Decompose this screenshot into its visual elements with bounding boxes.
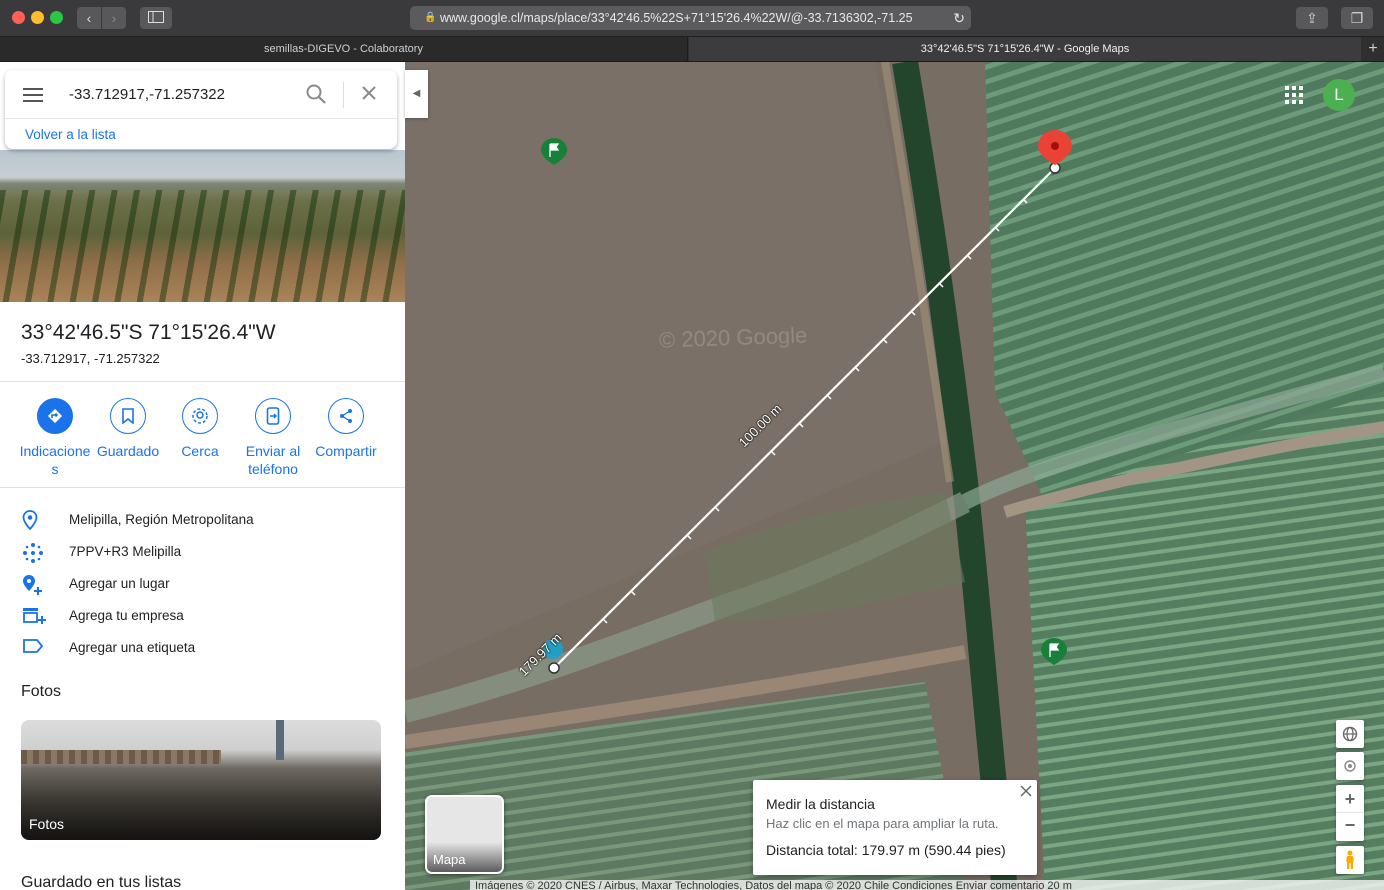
add-place-row[interactable]: Agregar un lugar — [0, 568, 405, 600]
url-text: www.google.cl/maps/place/33°42'46.5%22S+… — [440, 11, 913, 25]
measure-hint: Haz clic en el mapa para ampliar la ruta… — [766, 816, 999, 831]
saved-button[interactable]: Guardado — [92, 398, 164, 460]
add-business-icon — [22, 606, 46, 626]
close-window-button[interactable] — [12, 11, 25, 24]
add-label-text: Agregar una etiqueta — [69, 640, 196, 655]
zoom-in-button[interactable]: + — [1336, 786, 1364, 813]
forward-button[interactable]: › — [102, 7, 126, 29]
nearby-button[interactable]: Cerca — [164, 398, 236, 460]
search-box: -33.712917,-71.257322 Volver a la lista — [5, 70, 397, 149]
my-location-icon — [1344, 760, 1356, 772]
plus-code-row[interactable]: 7PPV+R3 Melipilla — [0, 536, 405, 568]
map-attribution: Imágenes © 2020 CNES / Airbus, Maxar Tec… — [470, 880, 1384, 890]
avatar[interactable]: L — [1323, 79, 1355, 111]
share-icon — [328, 398, 364, 434]
add-place-icon — [22, 574, 44, 595]
tabs-overview-icon[interactable]: ❐ — [1341, 7, 1373, 29]
add-business-text: Agrega tu empresa — [69, 608, 184, 623]
measure-overlay — [541, 130, 1072, 674]
share-label: Compartir — [315, 443, 377, 459]
back-to-list-link[interactable]: Volver a la lista — [25, 127, 116, 142]
my-location-button[interactable] — [1336, 752, 1364, 780]
plus-code-text: 7PPV+R3 Melipilla — [69, 544, 182, 559]
place-panel: -33.712917,-71.257322 Volver a la lista … — [0, 62, 405, 890]
map-layer-toggle[interactable]: Mapa — [425, 795, 504, 874]
hero-photo[interactable] — [0, 150, 405, 302]
directions-icon — [37, 398, 73, 434]
add-business-row[interactable]: Agrega tu empresa — [0, 600, 405, 632]
location-pin-icon — [22, 510, 44, 531]
page-title: 33°42'46.5"S 71°15'26.4"W — [21, 321, 276, 344]
minimize-window-button[interactable] — [31, 11, 44, 24]
nearby-label: Cerca — [181, 443, 219, 459]
directions-button[interactable]: Indicaciones — [19, 398, 91, 478]
browser-toolbar: ‹ › 🔒 www.google.cl/maps/place/33°42'46.… — [0, 0, 1384, 37]
add-place-text: Agregar un lugar — [69, 576, 170, 591]
saved-lists-heading: Guardado en tus listas — [21, 874, 182, 890]
maximize-window-button[interactable] — [50, 11, 63, 24]
send-to-phone-icon — [255, 398, 291, 434]
photos-tile-label: Fotos — [29, 816, 65, 832]
close-icon[interactable] — [1020, 784, 1032, 802]
send-to-phone-label: Enviar al teléfono — [245, 443, 301, 477]
measure-title: Medir la distancia — [766, 796, 875, 812]
coordinates-text: -33.712917, -71.257322 — [21, 351, 160, 366]
label-icon — [22, 638, 44, 658]
zoom-control: + − — [1336, 785, 1364, 841]
photos-heading: Fotos — [21, 683, 62, 700]
lock-icon: 🔒 — [424, 12, 437, 23]
map-layer-label: Mapa — [433, 852, 466, 867]
plus-code-icon — [22, 542, 44, 563]
clear-search-icon[interactable] — [360, 84, 378, 107]
tab-bar: semillas-DIGEVO - Colaboratory 33°42'46.… — [0, 37, 1384, 62]
tab-colab[interactable]: semillas-DIGEVO - Colaboratory — [0, 37, 688, 61]
zoom-out-button[interactable]: − — [1336, 813, 1364, 840]
share-icon-browser[interactable]: ⇪ — [1296, 7, 1328, 29]
collapse-panel-button[interactable]: ◀ — [405, 70, 428, 118]
directions-label: Indicaciones — [19, 443, 91, 477]
apps-grid-icon[interactable] — [1285, 86, 1303, 104]
reload-icon[interactable]: ↻ — [953, 6, 965, 30]
add-label-row[interactable]: Agregar una etiqueta — [0, 632, 405, 664]
map-canvas[interactable]: © 2020 Google 100.00 m 179.97 m L — [405, 62, 1384, 890]
nearby-icon — [182, 398, 218, 434]
search-icon[interactable] — [305, 83, 327, 110]
share-button[interactable]: Compartir — [310, 398, 382, 460]
globe-icon — [1342, 726, 1358, 742]
measure-total: Distancia total: 179.97 m (590.44 pies) — [766, 842, 1006, 858]
globe-view-button[interactable] — [1336, 720, 1364, 748]
photos-tile[interactable]: Fotos — [21, 720, 381, 840]
search-input[interactable]: -33.712917,-71.257322 — [69, 86, 225, 103]
tab-google-maps[interactable]: 33°42'46.5"S 71°15'26.4"W - Google Maps — [689, 37, 1361, 61]
pegman-icon — [1346, 850, 1354, 869]
back-button[interactable]: ‹ — [77, 7, 101, 29]
send-to-phone-button[interactable]: Enviar al teléfono — [237, 398, 309, 478]
pegman-button[interactable] — [1336, 846, 1364, 874]
saved-label: Guardado — [96, 443, 160, 459]
sidebar-toggle-icon[interactable] — [140, 7, 172, 29]
menu-icon[interactable] — [23, 88, 43, 102]
address-bar[interactable]: 🔒 www.google.cl/maps/place/33°42'46.5%22… — [410, 6, 971, 30]
address-row[interactable]: Melipilla, Región Metropolitana — [0, 504, 405, 536]
bookmark-icon — [110, 398, 146, 434]
new-tab-button[interactable]: + — [1362, 37, 1384, 61]
address-text: Melipilla, Región Metropolitana — [69, 512, 254, 527]
measure-distance-card: Medir la distancia Haz clic en el mapa p… — [753, 780, 1037, 875]
